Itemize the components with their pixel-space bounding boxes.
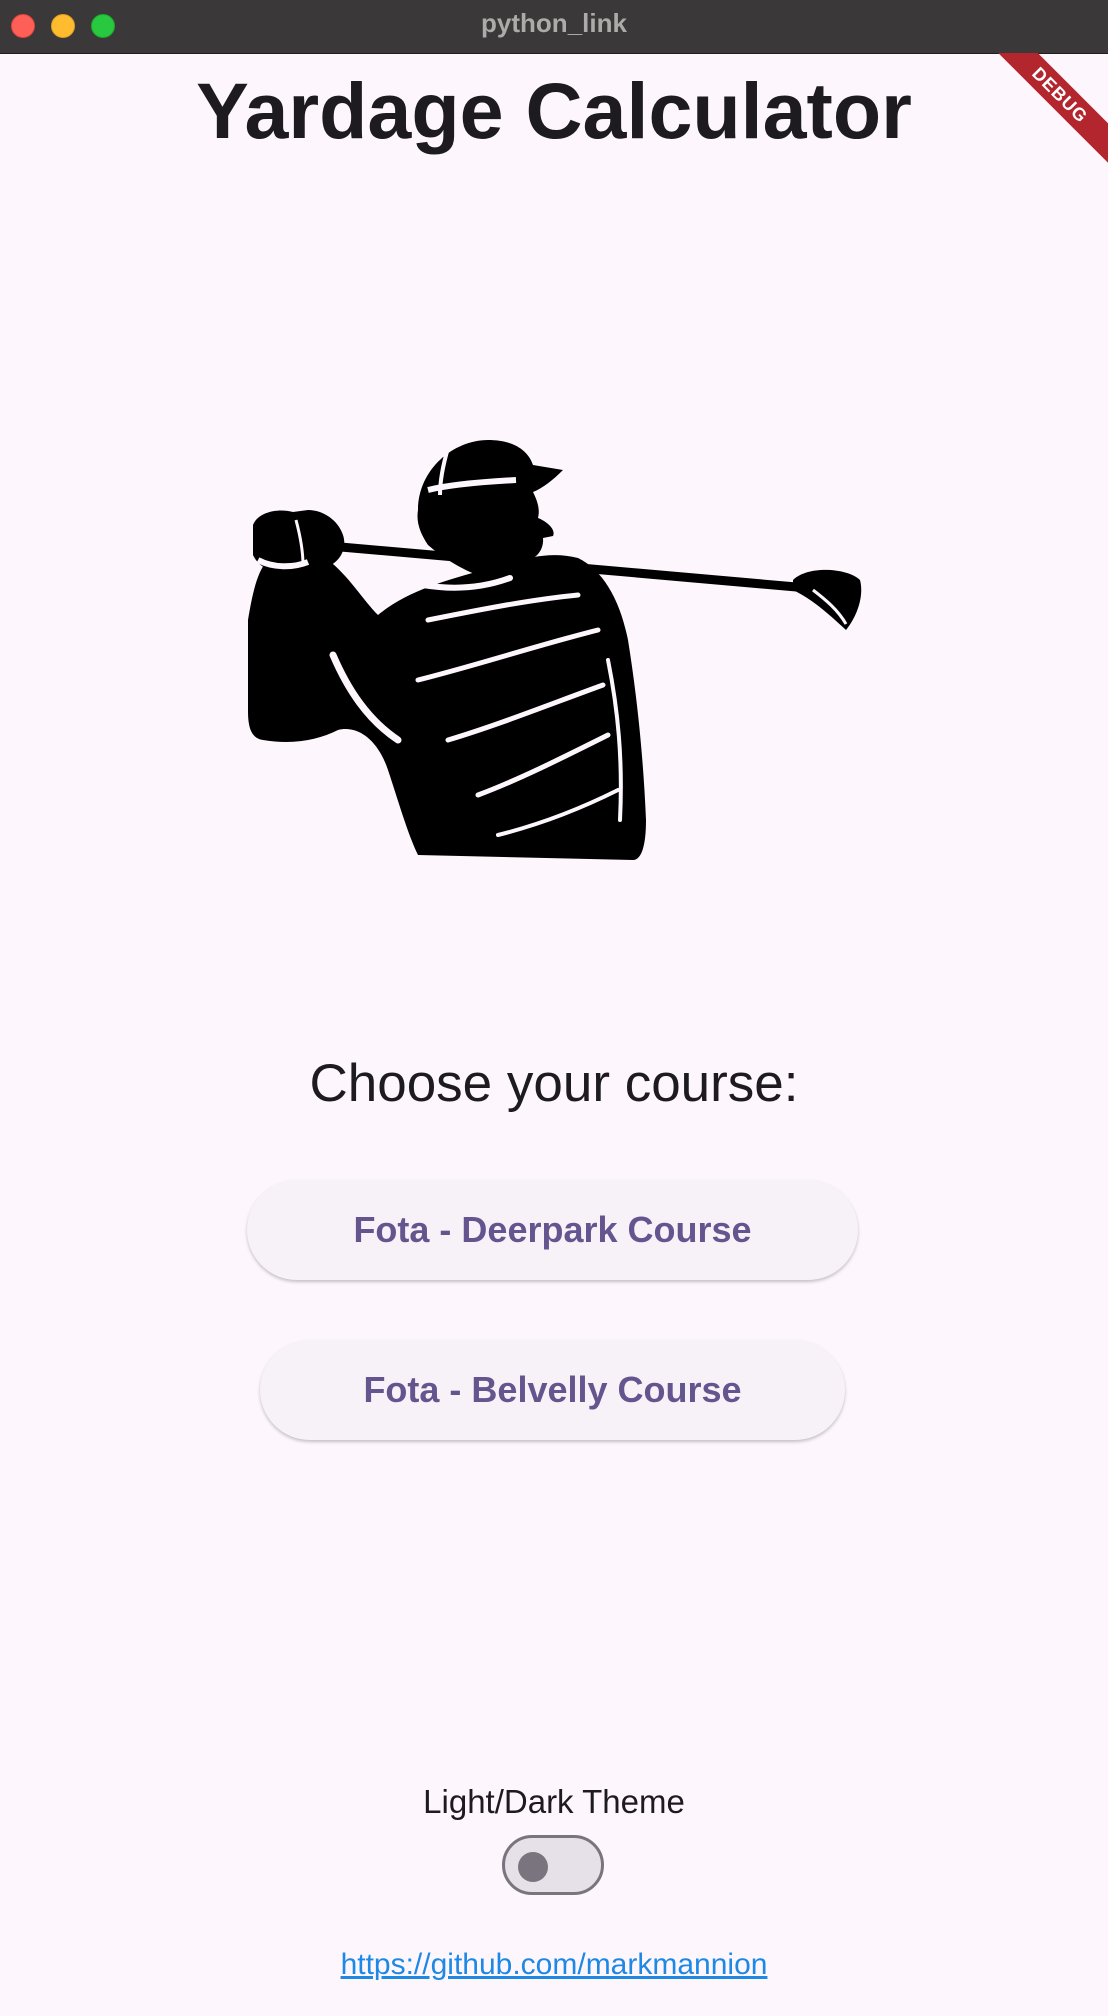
page-title: Yardage Calculator: [196, 66, 912, 155]
golfer-swing-icon: [248, 440, 862, 860]
title-bar[interactable]: python_link: [0, 0, 1108, 54]
course-prompt: Choose your course:: [309, 1054, 799, 1113]
toggle-knob: [518, 1852, 548, 1882]
app-window: python_link DEBUG Yardage Calculator Cho…: [0, 0, 1108, 2016]
footer: https://github.com/markmannion: [0, 1945, 1108, 1985]
theme-toggle-label: Light/Dark Theme: [423, 1783, 685, 1820]
belvelly-course-button[interactable]: Fota - Belvelly Course: [260, 1340, 845, 1440]
deerpark-course-button[interactable]: Fota - Deerpark Course: [247, 1180, 858, 1280]
theme-toggle-switch[interactable]: [502, 1835, 604, 1895]
github-link[interactable]: https://github.com/markmannion: [341, 1948, 768, 1981]
window-title: python_link: [481, 8, 627, 38]
